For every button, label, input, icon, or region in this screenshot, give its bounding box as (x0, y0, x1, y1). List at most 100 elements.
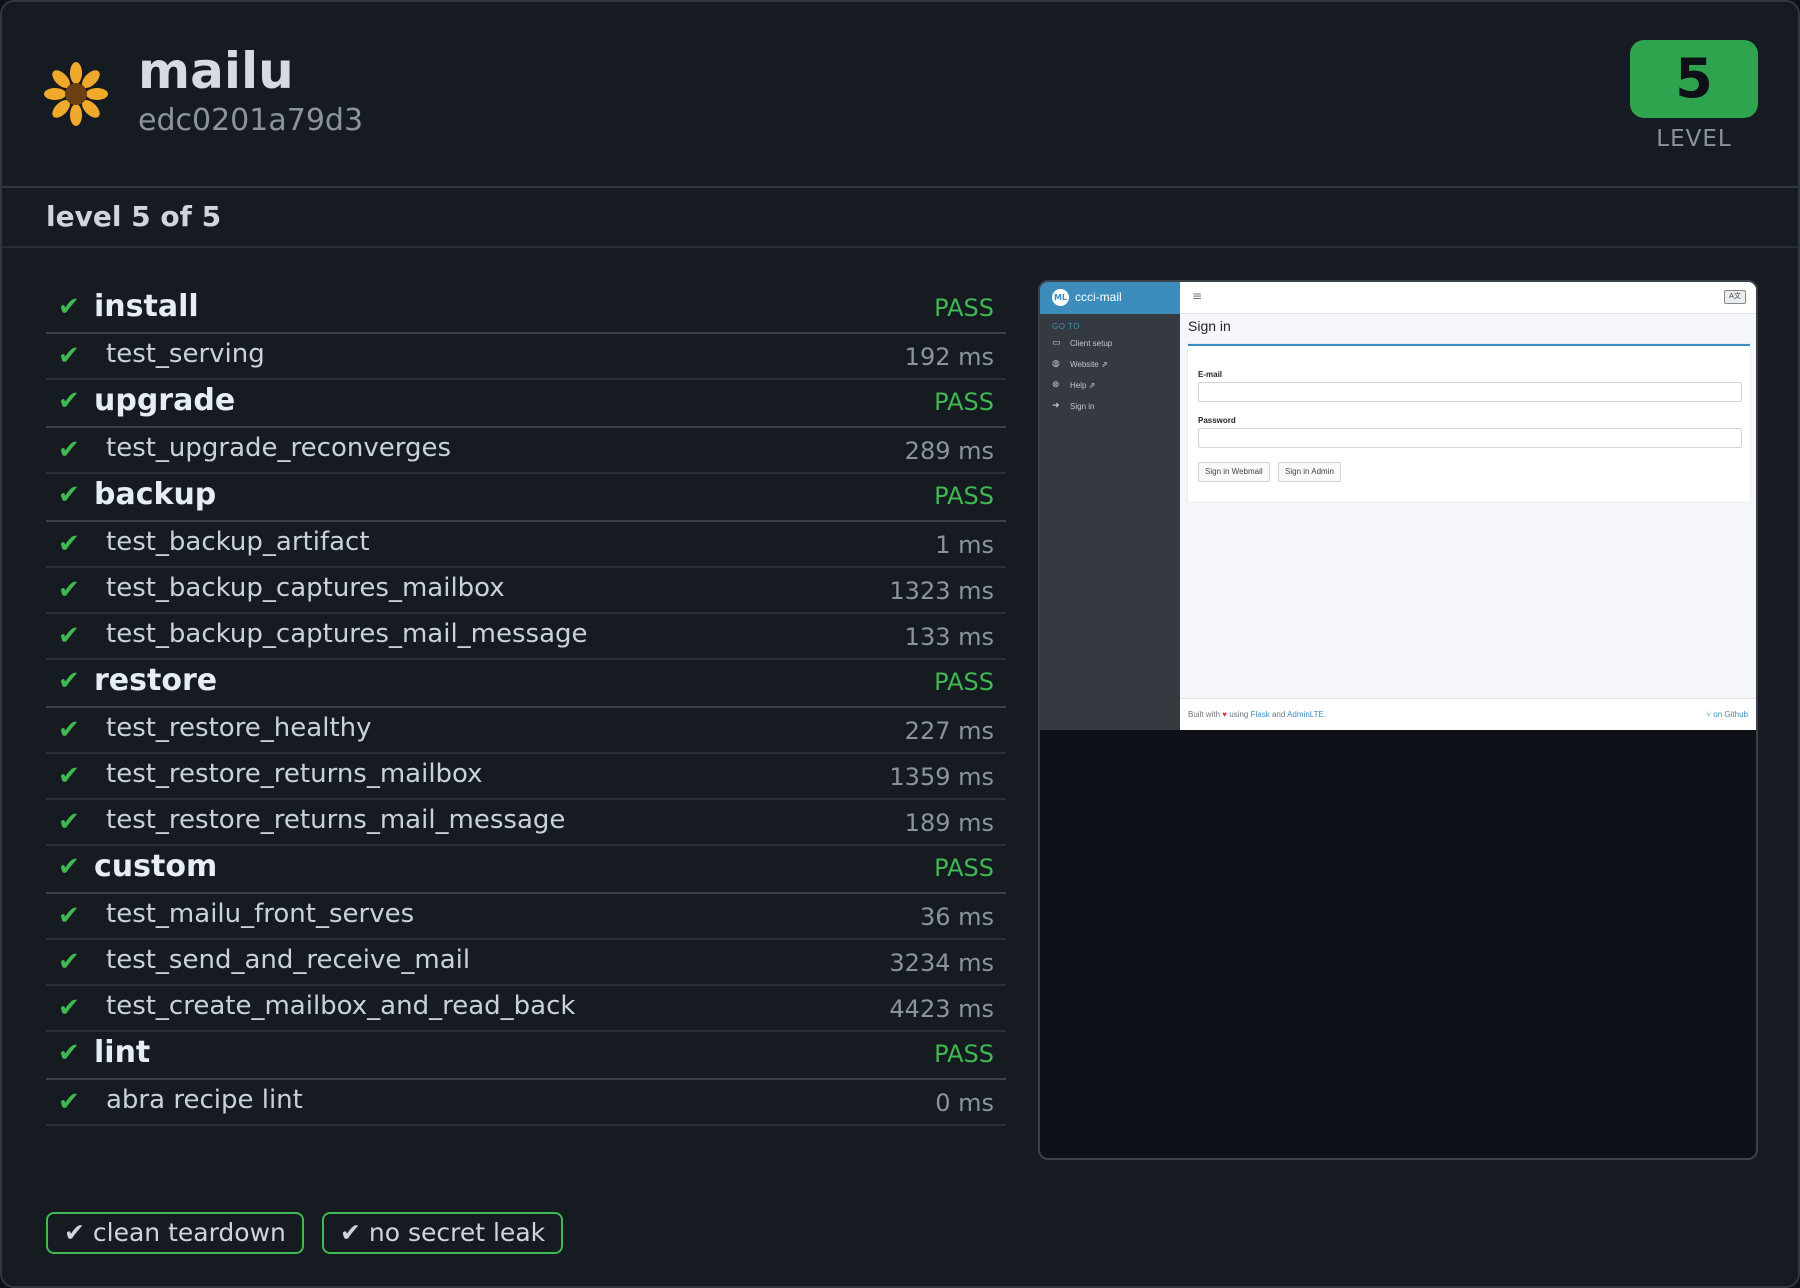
check-icon: ✔ (58, 993, 80, 1023)
test-name: test_serving (106, 339, 265, 369)
no-secret-leak-badge: ✔ no secret leak (322, 1212, 564, 1254)
test-row: ✔ test_restore_returns_mailbox 1359 ms (46, 754, 1006, 800)
screenshot-brand: ML ccci-mail (1040, 282, 1180, 314)
group-name: backup (94, 477, 217, 512)
check-icon: ✔ (58, 341, 80, 371)
hamburger-icon: ≡ (1192, 289, 1203, 303)
group-status: PASS (934, 668, 994, 696)
test-name: test_backup_artifact (106, 527, 370, 557)
sign-in-form: E-mail Password Sign in Webmail Sign in … (1188, 344, 1750, 502)
footer-text: and (1271, 710, 1286, 719)
check-icon: ✔ (58, 292, 80, 322)
report-header: mailu edc0201a79d3 5 LEVEL (2, 2, 1798, 188)
test-duration: 192 ms (904, 343, 994, 371)
test-row: ✔ abra recipe lint 0 ms (46, 1080, 1006, 1126)
screenshot-sidebar: ML ccci-mail GO TO ▭ Client setup ◍ Webs… (1040, 282, 1180, 730)
test-name: test_restore_returns_mailbox (106, 759, 483, 789)
test-name: test_create_mailbox_and_read_back (106, 991, 576, 1021)
test-group-row: ✔ backup PASS (46, 474, 1006, 522)
test-duration: 133 ms (904, 623, 994, 651)
test-results-list: ✔ install PASS ✔ test_serving 192 ms ✔ upgrade P… (46, 286, 1006, 1126)
check-icon: ✔ (58, 435, 80, 465)
group-name: restore (94, 663, 218, 698)
test-group-row: ✔ lint PASS (46, 1032, 1006, 1080)
check-icon: ✔ (58, 807, 80, 837)
test-name: test_mailu_front_serves (106, 899, 415, 929)
group-name: custom (94, 849, 218, 884)
check-icon: ✔ (58, 529, 80, 559)
test-name: test_restore_healthy (106, 713, 372, 743)
sign-in-admin-button: Sign in Admin (1278, 462, 1341, 482)
sign-in-webmail-button: Sign in Webmail (1198, 462, 1270, 482)
test-duration: 1323 ms (889, 577, 994, 605)
laptop-icon: ▭ (1052, 338, 1061, 348)
test-group-row: ✔ restore PASS (46, 660, 1006, 708)
test-duration: 227 ms (904, 717, 994, 745)
test-name: test_restore_returns_mail_message (106, 805, 566, 835)
brand-logo-icon: ML (1052, 289, 1069, 306)
sidebar-item-label: Sign in (1070, 402, 1095, 411)
check-icon: ✔ (58, 852, 80, 882)
screenshot-app: ML ccci-mail GO TO ▭ Client setup ◍ Webs… (1040, 282, 1756, 730)
footer-text: Built with (1188, 710, 1221, 719)
report-card: mailu edc0201a79d3 5 LEVEL level 5 of 5 … (0, 0, 1800, 1288)
test-row: ✔ test_backup_artifact 1 ms (46, 522, 1006, 568)
level-summary-bar: level 5 of 5 (2, 190, 1798, 248)
language-icon: A文 (1724, 290, 1746, 304)
screenshot-footer: Built with ♥ using Flask and AdminLTE. ⑂… (1180, 698, 1756, 730)
group-status: PASS (934, 482, 994, 510)
check-icon: ✔ (58, 621, 80, 651)
clean-teardown-badge: ✔ clean teardown (46, 1212, 304, 1254)
flask-link: Flask (1250, 710, 1270, 719)
test-row: ✔ test_mailu_front_serves 36 ms (46, 894, 1006, 940)
app-screenshot: ML ccci-mail GO TO ▭ Client setup ◍ Webs… (1038, 280, 1758, 1160)
sidebar-goto-heading: GO TO (1052, 322, 1080, 331)
test-group-row: ✔ install PASS (46, 286, 1006, 334)
screenshot-page-title: Sign in (1188, 318, 1231, 334)
sign-in-icon: ➜ (1052, 401, 1060, 411)
check-icon: ✔ (58, 761, 80, 791)
github-link: ⑂ on Github (1706, 710, 1748, 719)
app-name: mailu (138, 42, 294, 100)
group-status: PASS (934, 388, 994, 416)
test-duration: 4423 ms (889, 995, 994, 1023)
group-name: install (94, 289, 199, 324)
check-icon: ✔ (58, 947, 80, 977)
footer-text: using (1229, 710, 1249, 719)
adminlte-link: AdminLTE. (1287, 710, 1327, 719)
check-icon: ✔ (58, 480, 80, 510)
password-label: Password (1198, 416, 1236, 425)
group-status: PASS (934, 1040, 994, 1068)
test-duration: 3234 ms (889, 949, 994, 977)
sidebar-item-label: Help ⇗ (1070, 381, 1096, 390)
check-icon: ✔ (58, 666, 80, 696)
test-row: ✔ test_upgrade_reconverges 289 ms (46, 428, 1006, 474)
test-row: ✔ test_create_mailbox_and_read_back 4423 m… (46, 986, 1006, 1032)
heart-icon: ♥ (1222, 710, 1227, 719)
check-icon: ✔ (58, 575, 80, 605)
test-duration: 36 ms (919, 903, 994, 931)
test-duration: 0 ms (935, 1089, 994, 1117)
footer-credits: Built with ♥ using Flask and AdminLTE. (1188, 710, 1326, 719)
test-row: ✔ test_serving 192 ms (46, 334, 1006, 380)
sidebar-item-label: Website ⇗ (1070, 360, 1108, 369)
check-icon: ✔ (58, 1087, 80, 1117)
test-name: test_upgrade_reconverges (106, 433, 451, 463)
globe-icon: ◍ (1052, 359, 1060, 369)
group-name: lint (94, 1035, 151, 1070)
password-field (1198, 428, 1742, 448)
group-name: upgrade (94, 383, 236, 418)
check-icon: ✔ (58, 901, 80, 931)
test-row: ✔ test_backup_captures_mail_message 133 ms (46, 614, 1006, 660)
test-duration: 189 ms (904, 809, 994, 837)
test-row: ✔ test_restore_healthy 227 ms (46, 708, 1006, 754)
test-duration: 1 ms (935, 531, 994, 559)
screenshot-topbar: ≡ A文 (1180, 282, 1756, 314)
test-row: ✔ test_backup_captures_mailbox 1323 ms (46, 568, 1006, 614)
check-icon: ✔ (58, 1038, 80, 1068)
check-icon: ✔ (58, 386, 80, 416)
test-group-row: ✔ custom PASS (46, 846, 1006, 894)
email-field (1198, 382, 1742, 402)
test-name: test_send_and_receive_mail (106, 945, 471, 975)
brand-name: ccci-mail (1075, 290, 1122, 304)
